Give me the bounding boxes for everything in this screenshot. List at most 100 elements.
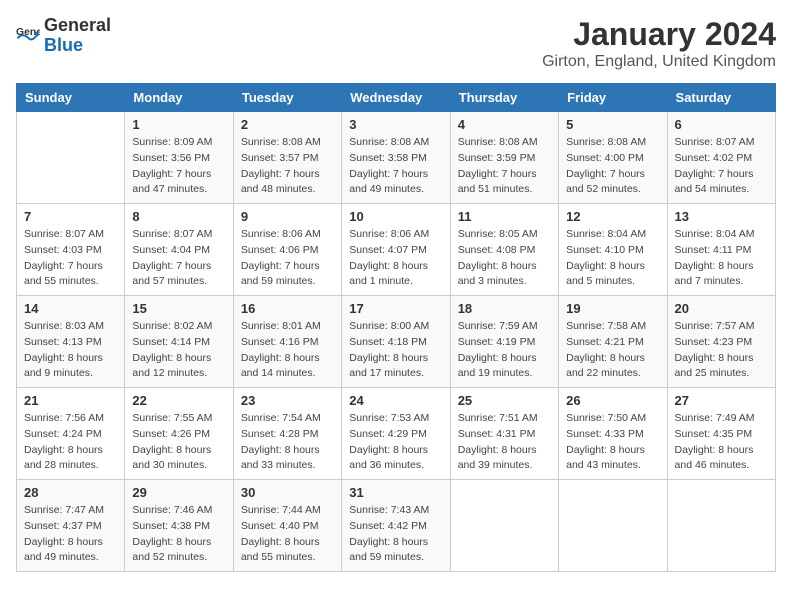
table-row: 29 Sunrise: 7:46 AM Sunset: 4:38 PM Dayl… (125, 480, 233, 572)
day-info: Sunrise: 7:58 AM Sunset: 4:21 PM Dayligh… (566, 319, 659, 382)
day-number: 8 (132, 209, 225, 224)
daylight-text: Daylight: 7 hours and 49 minutes. (349, 167, 442, 199)
day-info: Sunrise: 7:55 AM Sunset: 4:26 PM Dayligh… (132, 411, 225, 474)
table-row: 6 Sunrise: 8:07 AM Sunset: 4:02 PM Dayli… (667, 112, 775, 204)
daylight-text: Daylight: 8 hours and 52 minutes. (132, 535, 225, 567)
sunrise-text: Sunrise: 8:07 AM (132, 227, 225, 243)
day-info: Sunrise: 8:09 AM Sunset: 3:56 PM Dayligh… (132, 135, 225, 198)
sunrise-text: Sunrise: 8:06 AM (241, 227, 334, 243)
sunrise-text: Sunrise: 8:05 AM (458, 227, 551, 243)
sunrise-text: Sunrise: 7:58 AM (566, 319, 659, 335)
header-friday: Friday (559, 84, 667, 112)
table-row: 14 Sunrise: 8:03 AM Sunset: 4:13 PM Dayl… (17, 296, 125, 388)
sunrise-text: Sunrise: 8:02 AM (132, 319, 225, 335)
daylight-text: Daylight: 8 hours and 5 minutes. (566, 259, 659, 291)
table-row: 3 Sunrise: 8:08 AM Sunset: 3:58 PM Dayli… (342, 112, 450, 204)
day-info: Sunrise: 8:08 AM Sunset: 4:00 PM Dayligh… (566, 135, 659, 198)
sunset-text: Sunset: 4:23 PM (675, 335, 768, 351)
daylight-text: Daylight: 7 hours and 47 minutes. (132, 167, 225, 199)
sunrise-text: Sunrise: 8:08 AM (241, 135, 334, 151)
table-row: 11 Sunrise: 8:05 AM Sunset: 4:08 PM Dayl… (450, 204, 558, 296)
calendar-body: 1 Sunrise: 8:09 AM Sunset: 3:56 PM Dayli… (17, 112, 776, 572)
day-number: 2 (241, 117, 334, 132)
day-number: 17 (349, 301, 442, 316)
day-info: Sunrise: 7:44 AM Sunset: 4:40 PM Dayligh… (241, 503, 334, 566)
day-number: 22 (132, 393, 225, 408)
day-number: 16 (241, 301, 334, 316)
month-title: January 2024 (542, 16, 776, 53)
table-row (667, 480, 775, 572)
table-row: 10 Sunrise: 8:06 AM Sunset: 4:07 PM Dayl… (342, 204, 450, 296)
table-row: 4 Sunrise: 8:08 AM Sunset: 3:59 PM Dayli… (450, 112, 558, 204)
day-info: Sunrise: 8:00 AM Sunset: 4:18 PM Dayligh… (349, 319, 442, 382)
table-row: 31 Sunrise: 7:43 AM Sunset: 4:42 PM Dayl… (342, 480, 450, 572)
daylight-text: Daylight: 7 hours and 59 minutes. (241, 259, 334, 291)
sunset-text: Sunset: 3:59 PM (458, 151, 551, 167)
calendar-header: Sunday Monday Tuesday Wednesday Thursday… (17, 84, 776, 112)
day-info: Sunrise: 7:47 AM Sunset: 4:37 PM Dayligh… (24, 503, 117, 566)
day-info: Sunrise: 7:49 AM Sunset: 4:35 PM Dayligh… (675, 411, 768, 474)
day-info: Sunrise: 7:43 AM Sunset: 4:42 PM Dayligh… (349, 503, 442, 566)
logo-general-text: General (44, 16, 111, 36)
daylight-text: Daylight: 8 hours and 25 minutes. (675, 351, 768, 383)
daylight-text: Daylight: 8 hours and 33 minutes. (241, 443, 334, 475)
sunset-text: Sunset: 4:10 PM (566, 243, 659, 259)
daylight-text: Daylight: 8 hours and 22 minutes. (566, 351, 659, 383)
sunset-text: Sunset: 3:56 PM (132, 151, 225, 167)
day-number: 30 (241, 485, 334, 500)
table-row: 24 Sunrise: 7:53 AM Sunset: 4:29 PM Dayl… (342, 388, 450, 480)
logo-icon: General (16, 24, 40, 48)
day-number: 26 (566, 393, 659, 408)
day-number: 20 (675, 301, 768, 316)
sunset-text: Sunset: 4:11 PM (675, 243, 768, 259)
day-number: 3 (349, 117, 442, 132)
day-info: Sunrise: 8:05 AM Sunset: 4:08 PM Dayligh… (458, 227, 551, 290)
table-row: 30 Sunrise: 7:44 AM Sunset: 4:40 PM Dayl… (233, 480, 341, 572)
table-row (17, 112, 125, 204)
sunrise-text: Sunrise: 8:06 AM (349, 227, 442, 243)
daylight-text: Daylight: 8 hours and 36 minutes. (349, 443, 442, 475)
sunset-text: Sunset: 4:06 PM (241, 243, 334, 259)
day-info: Sunrise: 7:54 AM Sunset: 4:28 PM Dayligh… (241, 411, 334, 474)
sunset-text: Sunset: 4:13 PM (24, 335, 117, 351)
day-info: Sunrise: 7:50 AM Sunset: 4:33 PM Dayligh… (566, 411, 659, 474)
sunset-text: Sunset: 4:28 PM (241, 427, 334, 443)
daylight-text: Daylight: 8 hours and 39 minutes. (458, 443, 551, 475)
sunset-text: Sunset: 3:58 PM (349, 151, 442, 167)
sunset-text: Sunset: 4:31 PM (458, 427, 551, 443)
sunset-text: Sunset: 3:57 PM (241, 151, 334, 167)
sunset-text: Sunset: 4:18 PM (349, 335, 442, 351)
daylight-text: Daylight: 8 hours and 59 minutes. (349, 535, 442, 567)
sunset-text: Sunset: 4:21 PM (566, 335, 659, 351)
daylight-text: Daylight: 7 hours and 52 minutes. (566, 167, 659, 199)
day-info: Sunrise: 8:08 AM Sunset: 3:57 PM Dayligh… (241, 135, 334, 198)
table-row: 1 Sunrise: 8:09 AM Sunset: 3:56 PM Dayli… (125, 112, 233, 204)
daylight-text: Daylight: 8 hours and 49 minutes. (24, 535, 117, 567)
daylight-text: Daylight: 8 hours and 17 minutes. (349, 351, 442, 383)
day-number: 15 (132, 301, 225, 316)
sunset-text: Sunset: 4:00 PM (566, 151, 659, 167)
daylight-text: Daylight: 7 hours and 51 minutes. (458, 167, 551, 199)
day-number: 6 (675, 117, 768, 132)
sunrise-text: Sunrise: 7:56 AM (24, 411, 117, 427)
table-row: 20 Sunrise: 7:57 AM Sunset: 4:23 PM Dayl… (667, 296, 775, 388)
sunrise-text: Sunrise: 8:00 AM (349, 319, 442, 335)
daylight-text: Daylight: 8 hours and 19 minutes. (458, 351, 551, 383)
day-number: 10 (349, 209, 442, 224)
day-number: 29 (132, 485, 225, 500)
day-number: 27 (675, 393, 768, 408)
calendar-table: Sunday Monday Tuesday Wednesday Thursday… (16, 83, 776, 572)
day-info: Sunrise: 7:56 AM Sunset: 4:24 PM Dayligh… (24, 411, 117, 474)
table-row: 5 Sunrise: 8:08 AM Sunset: 4:00 PM Dayli… (559, 112, 667, 204)
day-info: Sunrise: 8:08 AM Sunset: 3:58 PM Dayligh… (349, 135, 442, 198)
location-title: Girton, England, United Kingdom (542, 53, 776, 71)
sunset-text: Sunset: 4:37 PM (24, 519, 117, 535)
day-info: Sunrise: 8:04 AM Sunset: 4:10 PM Dayligh… (566, 227, 659, 290)
table-row: 21 Sunrise: 7:56 AM Sunset: 4:24 PM Dayl… (17, 388, 125, 480)
sunset-text: Sunset: 4:19 PM (458, 335, 551, 351)
sunset-text: Sunset: 4:40 PM (241, 519, 334, 535)
table-row: 13 Sunrise: 8:04 AM Sunset: 4:11 PM Dayl… (667, 204, 775, 296)
sunrise-text: Sunrise: 7:43 AM (349, 503, 442, 519)
sunrise-text: Sunrise: 8:04 AM (675, 227, 768, 243)
header-thursday: Thursday (450, 84, 558, 112)
